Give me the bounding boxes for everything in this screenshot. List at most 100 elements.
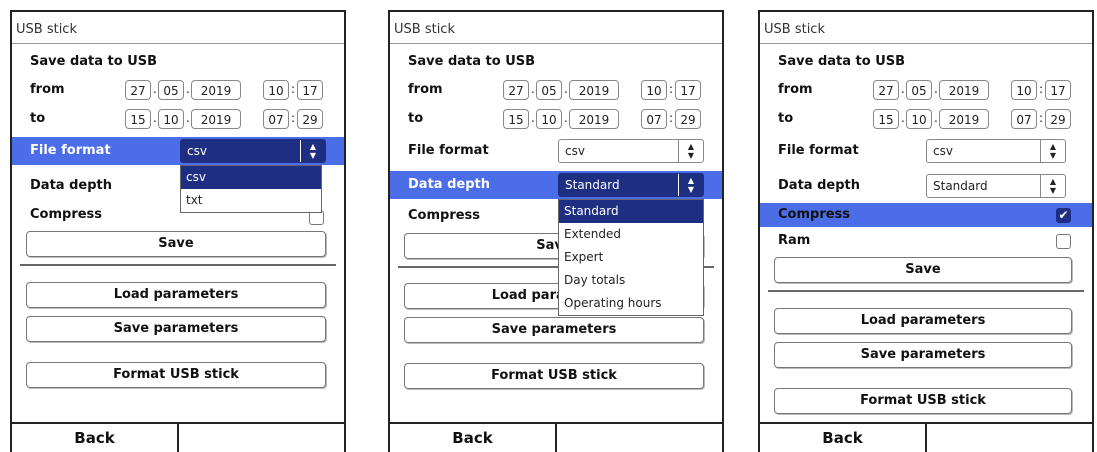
to-year-field[interactable]: 2019 (191, 109, 241, 129)
footer-empty-button[interactable] (927, 424, 1092, 452)
from-month-field[interactable]: 05 (536, 80, 562, 100)
from-year-field[interactable]: 2019 (939, 80, 989, 100)
to-hour-field[interactable]: 07 (1011, 109, 1037, 129)
title-divider (12, 43, 344, 44)
section-divider (20, 264, 336, 266)
time-separator: : (1039, 111, 1044, 125)
to-label: to (408, 111, 424, 126)
to-day-field[interactable]: 15 (503, 109, 529, 129)
title-divider (390, 43, 722, 44)
ram-checkbox[interactable] (1056, 234, 1071, 249)
format-usb-stick-button[interactable]: Format USB stick (774, 388, 1072, 414)
from-label: from (778, 82, 813, 97)
from-minute-field[interactable]: 17 (1045, 80, 1071, 100)
footer-bar: Back (12, 422, 344, 452)
section-heading: Save data to USB (30, 54, 158, 69)
from-day-field[interactable]: 27 (125, 80, 151, 100)
file-format-dropdown: csv txt (180, 165, 322, 213)
date-separator: . (564, 82, 568, 96)
footer-empty-button[interactable] (557, 424, 722, 452)
date-separator: . (186, 82, 190, 96)
file-format-select[interactable]: csv ▲ ▼ (180, 139, 326, 163)
format-usb-stick-button[interactable]: Format USB stick (26, 362, 326, 388)
to-month-field[interactable]: 10 (536, 109, 562, 129)
back-button[interactable]: Back (760, 424, 927, 452)
dropdown-option[interactable]: Day totals (559, 269, 703, 292)
date-separator: . (153, 111, 157, 125)
data-depth-value: Standard (565, 178, 620, 192)
updown-arrows-icon: ▲ ▼ (300, 140, 325, 162)
from-month-field[interactable]: 05 (906, 80, 932, 100)
usb-stick-screen-data-depth-open: USB stick Save data to USB from 27 . 05 … (388, 10, 724, 452)
save-parameters-button[interactable]: Save parameters (774, 342, 1072, 368)
file-format-select[interactable]: csv ▲ ▼ (926, 139, 1066, 163)
save-parameters-button[interactable]: Save parameters (404, 317, 704, 343)
to-label: to (30, 111, 46, 126)
time-separator: : (669, 82, 674, 96)
to-minute-field[interactable]: 29 (297, 109, 323, 129)
compress-label: Compress (408, 208, 481, 223)
data-depth-label: Data depth (778, 178, 860, 193)
title-divider (760, 43, 1092, 44)
to-year-field[interactable]: 2019 (939, 109, 989, 129)
dropdown-option[interactable]: txt (181, 189, 321, 212)
dropdown-option[interactable]: Operating hours (559, 292, 703, 315)
compress-label: Compress (778, 207, 851, 222)
data-depth-label: Data depth (408, 177, 490, 192)
data-depth-select[interactable]: Standard ▲ ▼ (558, 173, 704, 197)
from-month-field[interactable]: 05 (158, 80, 184, 100)
to-minute-field[interactable]: 29 (1045, 109, 1071, 129)
from-hour-field[interactable]: 10 (263, 80, 289, 100)
from-label: from (30, 82, 65, 97)
load-parameters-button[interactable]: Load parameters (26, 282, 326, 308)
dropdown-option[interactable]: Standard (559, 200, 703, 223)
data-depth-select[interactable]: Standard ▲ ▼ (926, 174, 1066, 198)
footer-bar: Back (390, 422, 722, 452)
time-separator: : (1039, 82, 1044, 96)
date-separator: . (934, 111, 938, 125)
back-button[interactable]: Back (390, 424, 557, 452)
data-depth-value: Standard (933, 179, 988, 193)
load-parameters-button[interactable]: Load parameters (774, 308, 1072, 334)
compress-checkbox[interactable]: ✔ (1056, 208, 1071, 223)
date-separator: . (934, 82, 938, 96)
file-format-select[interactable]: csv ▲ ▼ (558, 139, 704, 163)
file-format-label: File format (408, 143, 489, 158)
save-button[interactable]: Save (774, 257, 1072, 283)
from-minute-field[interactable]: 17 (297, 80, 323, 100)
usb-stick-screen-file-format-open: USB stick Save data to USB from 27 . 05 … (10, 10, 346, 452)
from-hour-field[interactable]: 10 (641, 80, 667, 100)
from-year-field[interactable]: 2019 (569, 80, 619, 100)
date-separator: . (564, 111, 568, 125)
to-label: to (778, 111, 794, 126)
section-divider (768, 290, 1084, 292)
save-parameters-button[interactable]: Save parameters (26, 316, 326, 342)
to-year-field[interactable]: 2019 (569, 109, 619, 129)
to-hour-field[interactable]: 07 (263, 109, 289, 129)
to-minute-field[interactable]: 29 (675, 109, 701, 129)
to-day-field[interactable]: 15 (873, 109, 899, 129)
date-separator: . (901, 111, 905, 125)
screen-title: USB stick (16, 22, 77, 37)
to-day-field[interactable]: 15 (125, 109, 151, 129)
from-day-field[interactable]: 27 (873, 80, 899, 100)
from-minute-field[interactable]: 17 (675, 80, 701, 100)
file-format-value: csv (933, 144, 953, 158)
dropdown-option[interactable]: Expert (559, 246, 703, 269)
from-year-field[interactable]: 2019 (191, 80, 241, 100)
format-usb-stick-button[interactable]: Format USB stick (404, 363, 704, 389)
to-month-field[interactable]: 10 (906, 109, 932, 129)
data-depth-label: Data depth (30, 178, 112, 193)
dropdown-option[interactable]: csv (181, 166, 321, 189)
usb-stick-screen-compress-selected: USB stick Save data to USB from 27 . 05 … (758, 10, 1094, 452)
ram-label: Ram (778, 233, 811, 248)
file-format-label: File format (778, 143, 859, 158)
to-month-field[interactable]: 10 (158, 109, 184, 129)
to-hour-field[interactable]: 07 (641, 109, 667, 129)
dropdown-option[interactable]: Extended (559, 223, 703, 246)
footer-empty-button[interactable] (179, 424, 344, 452)
from-day-field[interactable]: 27 (503, 80, 529, 100)
save-button[interactable]: Save (26, 231, 326, 257)
back-button[interactable]: Back (12, 424, 179, 452)
from-hour-field[interactable]: 10 (1011, 80, 1037, 100)
